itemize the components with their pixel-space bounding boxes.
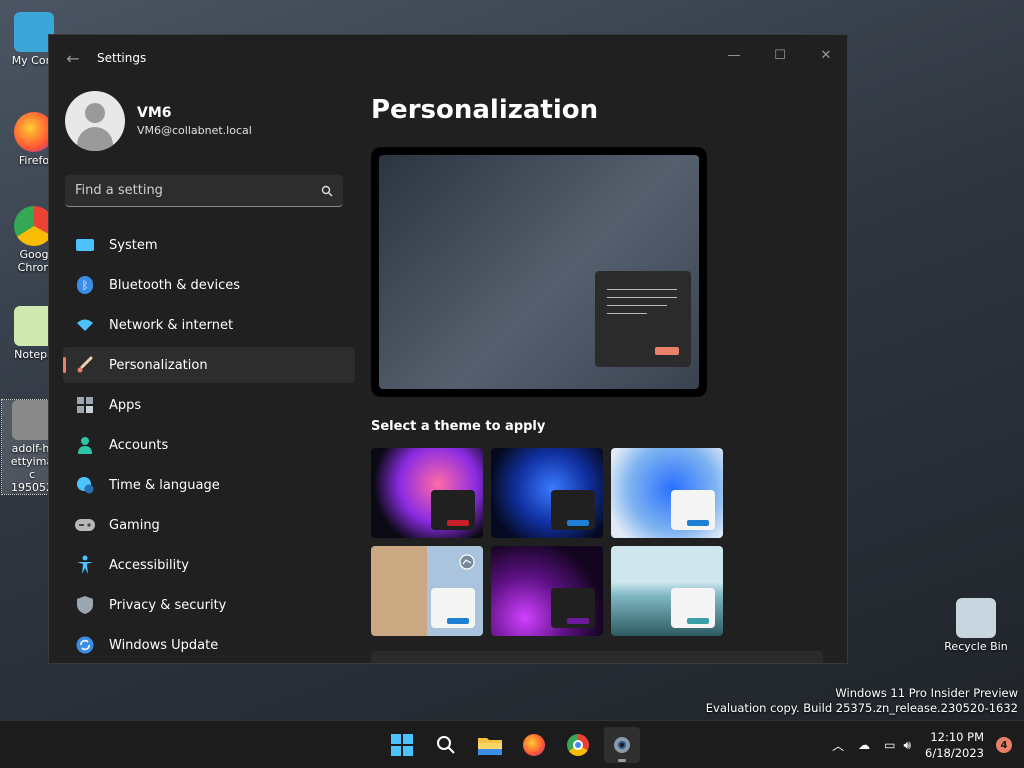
- sidebar-item-gaming[interactable]: Gaming: [63, 507, 355, 543]
- user-profile[interactable]: VM6 VM6@collabnet.local: [49, 81, 359, 161]
- sidebar-item-system[interactable]: System: [63, 227, 355, 263]
- preview-window: [595, 271, 691, 367]
- chrome-icon: [567, 734, 589, 756]
- theme-accent-bar: [687, 520, 709, 526]
- title-bar: ← Settings — ☐ ✕: [49, 35, 847, 81]
- apps-icon: [75, 395, 95, 415]
- folder-icon: [478, 738, 502, 755]
- chrome-button[interactable]: [560, 727, 596, 763]
- theme-accent-bar: [567, 520, 589, 526]
- sidebar-item-bluetooth[interactable]: ᛒ Bluetooth & devices: [63, 267, 355, 303]
- taskbar: ︿ ☁ ▭ 🔊︎ 12:10 PM 6/18/2023 4: [0, 720, 1024, 768]
- sidebar-item-windows-update[interactable]: Windows Update: [63, 627, 355, 663]
- profile-name: VM6: [137, 105, 172, 121]
- bluetooth-icon: ᛒ: [75, 275, 95, 295]
- theme-preview: [371, 147, 707, 397]
- back-button[interactable]: ←: [49, 49, 97, 68]
- maximize-button[interactable]: ☐: [757, 41, 803, 69]
- desktop-icon-recycle-bin[interactable]: Recycle Bin: [944, 598, 1008, 653]
- shield-icon: [75, 595, 95, 615]
- globe-clock-icon: [75, 475, 95, 495]
- theme-accent-bar: [687, 618, 709, 624]
- wifi-icon: [75, 315, 95, 335]
- sidebar: VM6 VM6@collabnet.local System ᛒ Bluetoo…: [49, 81, 359, 663]
- gamepad-icon: [75, 515, 95, 535]
- clock[interactable]: 12:10 PM 6/18/2023: [925, 729, 984, 761]
- recycle-bin-icon: [956, 598, 996, 638]
- evaluation-watermark: Windows 11 Pro Insider Preview Evaluatio…: [705, 686, 1018, 715]
- accessibility-icon: [75, 555, 95, 575]
- search-icon[interactable]: [321, 185, 333, 197]
- settings-card: [371, 651, 823, 663]
- close-button[interactable]: ✕: [803, 41, 847, 69]
- settings-taskbar-button[interactable]: [604, 727, 640, 763]
- search-icon: [437, 736, 455, 754]
- theme-accent-bar: [567, 618, 589, 624]
- gear-icon: [614, 737, 630, 753]
- page-title: Personalization: [371, 95, 599, 125]
- sidebar-item-apps[interactable]: Apps: [63, 387, 355, 423]
- search-input[interactable]: [75, 183, 321, 198]
- window-title: Settings: [97, 51, 147, 65]
- taskbar-apps: [384, 721, 640, 768]
- windows-logo-icon: [391, 734, 413, 756]
- network-icon[interactable]: ▭: [884, 738, 895, 752]
- theme-tile-glow[interactable]: [371, 448, 483, 538]
- theme-tile-bloom-light[interactable]: [611, 448, 723, 538]
- chevron-up-icon[interactable]: ︿: [832, 737, 844, 754]
- start-button[interactable]: [384, 727, 420, 763]
- monitor-icon: [75, 235, 95, 255]
- file-explorer-button[interactable]: [472, 727, 508, 763]
- search-box[interactable]: [65, 175, 343, 207]
- sidebar-item-accessibility[interactable]: Accessibility: [63, 547, 355, 583]
- cloud-offline-icon[interactable]: ☁: [858, 738, 870, 752]
- minimize-button[interactable]: —: [711, 41, 757, 69]
- desktop-background-preview: [379, 155, 699, 389]
- profile-email: VM6@collabnet.local: [137, 124, 252, 137]
- volume-icon[interactable]: 🔊︎: [903, 738, 911, 753]
- sidebar-item-accounts[interactable]: Accounts: [63, 427, 355, 463]
- sidebar-item-privacy-security[interactable]: Privacy & security: [63, 587, 355, 623]
- sidebar-item-personalization[interactable]: Personalization: [63, 347, 355, 383]
- theme-tile-flow[interactable]: [491, 546, 603, 636]
- theme-accent-bar: [447, 520, 469, 526]
- update-icon: [75, 635, 95, 655]
- avatar: [65, 91, 125, 151]
- main-content: Personalization Select a theme to apply: [371, 81, 847, 663]
- themes-heading: Select a theme to apply: [371, 419, 546, 434]
- settings-window: ← Settings — ☐ ✕ VM6 VM6@collabnet.local…: [48, 34, 848, 664]
- notification-badge[interactable]: 4: [996, 737, 1012, 753]
- system-tray: ︿ ☁ ▭ 🔊︎ 12:10 PM 6/18/2023 4: [832, 721, 1024, 768]
- theme-accent-bar: [447, 618, 469, 624]
- theme-tile-captured-motion[interactable]: [611, 546, 723, 636]
- sidebar-item-network[interactable]: Network & internet: [63, 307, 355, 343]
- brush-icon: [75, 355, 95, 375]
- preview-accent-button: [655, 347, 679, 355]
- image-file-icon: [12, 400, 52, 440]
- theme-grid: [371, 448, 847, 636]
- nav-list: System ᛒ Bluetooth & devices Network & i…: [49, 227, 359, 663]
- sidebar-item-time-language[interactable]: Time & language: [63, 467, 355, 503]
- person-icon: [75, 435, 95, 455]
- theme-tile-bloom-dark[interactable]: [491, 448, 603, 538]
- firefox-button[interactable]: [516, 727, 552, 763]
- firefox-icon: [523, 734, 545, 756]
- search-button[interactable]: [428, 727, 464, 763]
- theme-tile-spotlight[interactable]: [371, 546, 483, 636]
- spotlight-icon: [459, 554, 475, 570]
